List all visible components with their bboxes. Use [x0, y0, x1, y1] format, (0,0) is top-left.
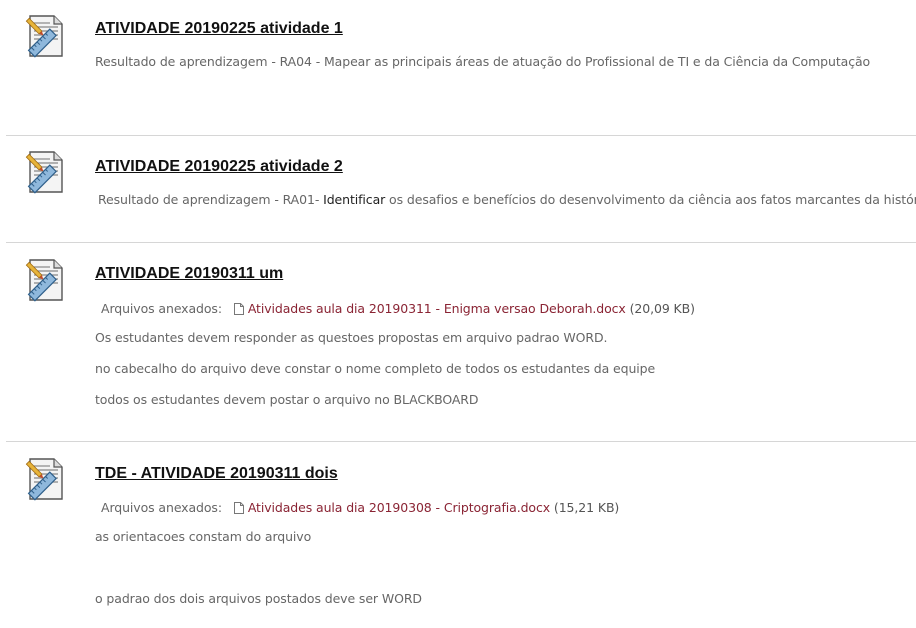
item-text-line: no cabecalho do arquivo deve constar o n… [95, 361, 656, 376]
item-text-line: Os estudantes devem responder as questoe… [95, 330, 608, 345]
description-highlight: Identificar [323, 192, 386, 207]
attachment-size: (15,21 KB) [553, 500, 620, 515]
list-item: ATIVIDADE 20190225 atividade 2 Resultado… [6, 136, 916, 243]
content-list: ATIVIDADE 20190225 atividade 1 Resultado… [0, 0, 916, 628]
list-item: TDE - ATIVIDADE 20190311 dois Arquivos a… [6, 442, 916, 628]
attachment-link[interactable]: Atividades aula dia 20190308 - Criptogra… [248, 500, 550, 515]
attachments-row: Arquivos anexados: Atividades aula dia 2… [101, 500, 619, 515]
description-suffix: os desafios e benefícios do desenvolvime… [385, 192, 916, 207]
item-title[interactable]: TDE - ATIVIDADE 20190311 dois [95, 465, 338, 483]
list-item: ATIVIDADE 20190225 atividade 1 Resultado… [6, 0, 916, 136]
document-icon [234, 502, 244, 514]
item-text-line: o padrao dos dois arquivos postados deve… [95, 591, 422, 606]
assignment-icon [24, 258, 64, 302]
item-title[interactable]: ATIVIDADE 20190311 um [95, 265, 283, 283]
item-text-line: todos os estudantes devem postar o arqui… [95, 392, 479, 407]
attachments-label: Arquivos anexados: [101, 301, 222, 316]
item-title[interactable]: ATIVIDADE 20190225 atividade 1 [95, 20, 343, 38]
attachment-link[interactable]: Atividades aula dia 20190311 - Enigma ve… [248, 301, 626, 316]
description-prefix: Resultado de aprendizagem - RA01- [98, 192, 324, 207]
assignment-icon [24, 14, 64, 58]
attachments-row: Arquivos anexados: Atividades aula dia 2… [101, 301, 695, 316]
assignment-icon [24, 457, 64, 501]
item-description: Resultado de aprendizagem - RA01- Identi… [98, 192, 916, 207]
list-item: ATIVIDADE 20190311 um Arquivos anexados:… [6, 243, 916, 442]
attachment-size: (20,09 KB) [629, 301, 695, 316]
item-title[interactable]: ATIVIDADE 20190225 atividade 2 [95, 158, 343, 176]
attachments-label: Arquivos anexados: [101, 500, 222, 515]
assignment-icon [24, 150, 64, 194]
item-text-line: as orientacoes constam do arquivo [95, 529, 312, 544]
document-icon [234, 303, 244, 315]
item-description: Resultado de aprendizagem - RA04 - Mapea… [95, 54, 871, 69]
